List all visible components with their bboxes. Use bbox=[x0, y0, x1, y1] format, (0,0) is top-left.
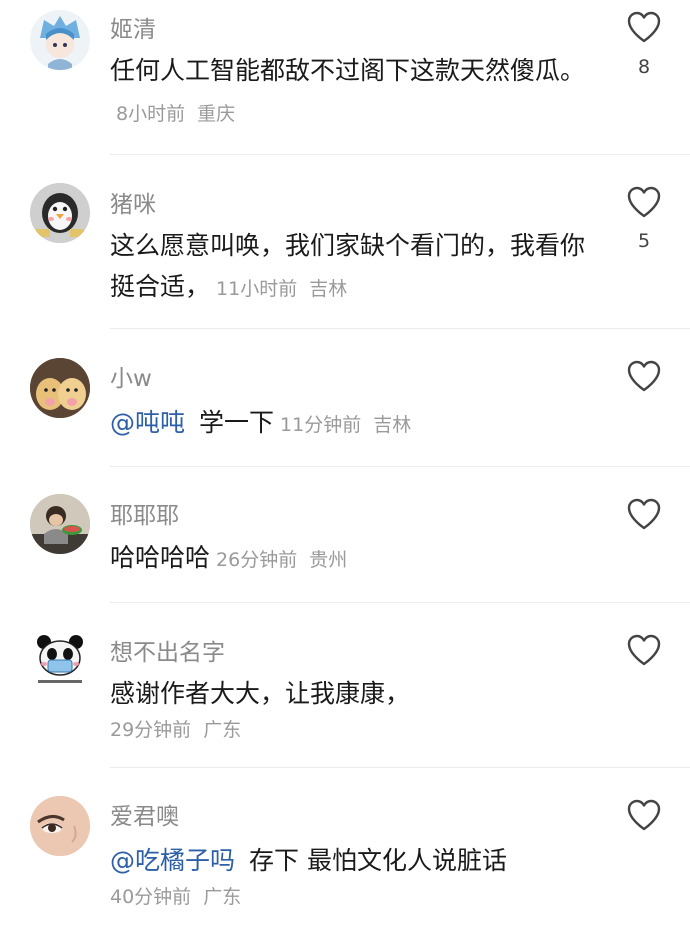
comment-meta: 40分钟前 广东 bbox=[110, 882, 241, 909]
comment-text: 这么愿意叫唤，我们家缺个看门的，我看你挺合适， bbox=[110, 231, 586, 301]
comment-username[interactable]: 想不出名字 bbox=[110, 633, 225, 667]
comment-time: 29分钟前 bbox=[110, 719, 192, 741]
heart-icon[interactable] bbox=[626, 497, 662, 531]
penguin-avatar[interactable] bbox=[30, 183, 90, 243]
comment-username[interactable]: 爱君噢 bbox=[110, 797, 179, 831]
comment-body: @吃橘子吗 存下 最怕文化人说脏话 bbox=[110, 840, 600, 881]
comment-location: 吉林 bbox=[309, 278, 348, 300]
comment-location: 广东 bbox=[203, 719, 242, 741]
comment-body: @吨吨 学一下 11分钟前 吉林 bbox=[110, 402, 600, 446]
like-count: 5 bbox=[637, 230, 651, 252]
comment-item: 小w @吨吨 学一下 11分钟前 吉林 bbox=[0, 329, 690, 467]
comment-username[interactable]: 小w bbox=[110, 359, 152, 393]
comment-text: 存下 最怕文化人说脏话 bbox=[249, 846, 507, 875]
comment-meta: 11小时前 吉林 bbox=[216, 278, 347, 300]
comment-text: 感谢作者大大，让我康康， bbox=[110, 679, 411, 708]
like-count: 8 bbox=[637, 56, 651, 78]
heart-icon[interactable] bbox=[626, 633, 662, 667]
comment-location: 吉林 bbox=[373, 414, 412, 436]
mention-link[interactable]: @吃橘子吗 bbox=[110, 846, 235, 875]
heart-icon[interactable] bbox=[626, 10, 662, 44]
comment-body: 任何人工智能都敌不过阁下这款天然傻瓜。 8小时前 重庆 bbox=[110, 50, 600, 135]
comment-meta: 8小时前 重庆 bbox=[116, 103, 235, 125]
comment-item: 猪咪 这么愿意叫唤，我们家缺个看门的，我看你挺合适， 11小时前 吉林 5 bbox=[0, 155, 690, 329]
panda-mask-avatar[interactable] bbox=[30, 630, 90, 690]
comment-item: 爱君噢 @吃橘子吗 存下 最怕文化人说脏话 40分钟前 广东 bbox=[0, 768, 690, 933]
comment-time: 8小时前 bbox=[116, 103, 186, 125]
comment-item: 姬清 任何人工智能都敌不过阁下这款天然傻瓜。 8小时前 重庆 8 bbox=[0, 0, 690, 155]
comment-username[interactable]: 猪咪 bbox=[110, 185, 156, 219]
comment-time: 26分钟前 bbox=[216, 549, 298, 571]
heart-icon[interactable] bbox=[626, 798, 662, 832]
comment-username[interactable]: 耶耶耶 bbox=[110, 496, 179, 530]
comment-meta: 26分钟前 贵州 bbox=[216, 549, 347, 571]
comment-location: 贵州 bbox=[309, 549, 348, 571]
comment-text: 任何人工智能都敌不过阁下这款天然傻瓜。 bbox=[110, 56, 586, 85]
child-eating-avatar[interactable] bbox=[30, 494, 90, 554]
comment-body: 感谢作者大大，让我康康， bbox=[110, 673, 600, 714]
comment-meta: 29分钟前 广东 bbox=[110, 715, 241, 742]
comment-time: 11分钟前 bbox=[280, 414, 362, 436]
comment-item: 耶耶耶 哈哈哈哈 26分钟前 贵州 bbox=[0, 467, 690, 603]
comment-time: 11小时前 bbox=[216, 278, 298, 300]
comment-meta: 11分钟前 吉林 bbox=[280, 414, 411, 436]
comment-item: 想不出名字 感谢作者大大，让我康康， 29分钟前 广东 bbox=[0, 603, 690, 768]
puppies-avatar[interactable] bbox=[30, 358, 90, 418]
comment-body: 这么愿意叫唤，我们家缺个看门的，我看你挺合适， 11小时前 吉林 bbox=[110, 225, 600, 310]
mention-link[interactable]: @吨吨 bbox=[110, 408, 185, 437]
heart-icon[interactable] bbox=[626, 185, 662, 219]
anime-boy-avatar[interactable] bbox=[30, 10, 90, 70]
comment-location: 重庆 bbox=[197, 103, 236, 125]
comment-text: 学一下 bbox=[199, 408, 275, 437]
comment-username[interactable]: 姬清 bbox=[110, 10, 156, 44]
comment-text: 哈哈哈哈 bbox=[110, 543, 211, 572]
comment-location: 广东 bbox=[203, 886, 242, 908]
comment-body: 哈哈哈哈 26分钟前 贵州 bbox=[110, 537, 600, 581]
face-closeup-avatar[interactable] bbox=[30, 796, 90, 856]
heart-icon[interactable] bbox=[626, 359, 662, 393]
comment-time: 40分钟前 bbox=[110, 886, 192, 908]
